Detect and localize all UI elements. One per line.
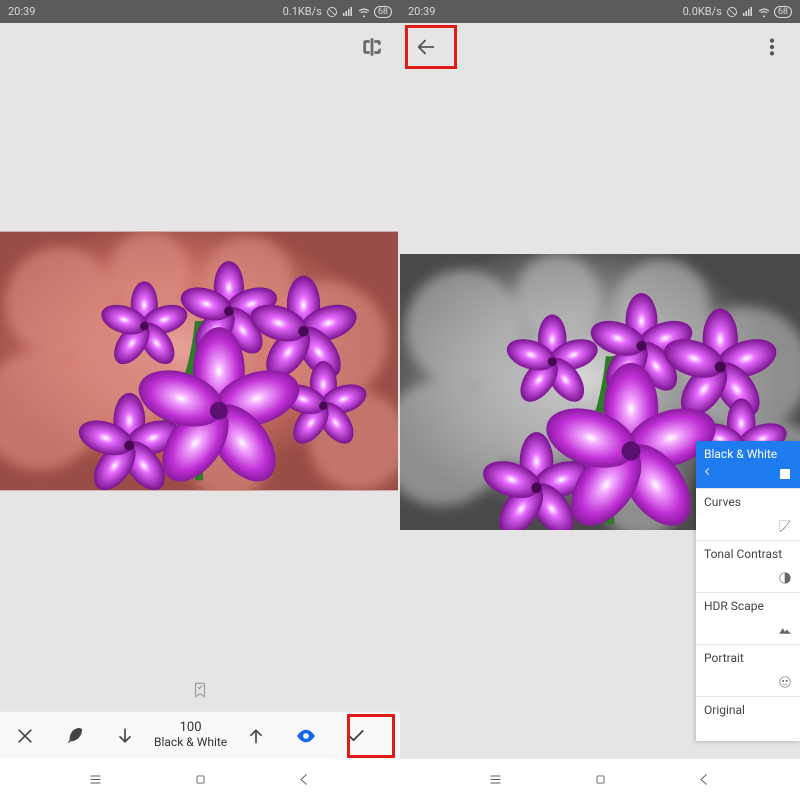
overflow-button[interactable]: [752, 27, 792, 67]
battery-indicator: 68: [374, 6, 392, 18]
adjust-value: 100: [154, 721, 227, 736]
hdr-icon: [778, 623, 792, 640]
preview-button[interactable]: [281, 712, 331, 760]
decrease-button[interactable]: [100, 712, 150, 760]
app-bar: [0, 23, 400, 71]
filter-label: HDR Scape: [704, 599, 792, 613]
apply-button[interactable]: [331, 712, 381, 760]
left-screenshot: 20:39 0.1KB/s 68 100 Black & White: [0, 0, 400, 804]
bw-icon: [778, 467, 792, 484]
filter-label: Portrait: [704, 651, 792, 665]
editor-canvas[interactable]: [0, 71, 400, 759]
status-bar: 20:39 0.1KB/s 68: [0, 0, 400, 23]
dnd-icon: [726, 6, 738, 18]
status-time: 20:39: [408, 5, 435, 18]
filter-label: Black & White: [704, 447, 792, 461]
adjust-label: Black & White: [154, 736, 227, 750]
curves-icon: [778, 519, 792, 536]
edited-photo: [0, 231, 398, 491]
nav-back[interactable]: [296, 771, 313, 792]
editor-canvas[interactable]: Black & White Curves Tonal Contrast HDR …: [400, 71, 800, 759]
signal-icon: [342, 6, 354, 18]
filter-item-hdr-scape[interactable]: HDR Scape: [696, 593, 800, 645]
cancel-button[interactable]: [0, 712, 50, 760]
nav-back[interactable]: [696, 771, 713, 792]
filter-item-black-and-white[interactable]: Black & White: [696, 441, 800, 489]
chevron-left-icon: [702, 466, 713, 480]
nav-home[interactable]: [192, 771, 209, 792]
contrast-icon: [778, 571, 792, 588]
signal-icon: [742, 6, 754, 18]
status-bar: 20:39 0.0KB/s 68: [400, 0, 800, 23]
filter-label: Original: [704, 703, 745, 717]
nav-recents[interactable]: [87, 771, 104, 792]
right-screenshot: 20:39 0.0KB/s 68 Black & White: [400, 0, 800, 804]
filter-label: Tonal Contrast: [704, 547, 792, 561]
status-net: 0.0KB/s: [683, 5, 722, 18]
wifi-icon: [758, 6, 770, 18]
filter-list: Black & White Curves Tonal Contrast HDR …: [696, 441, 800, 741]
wifi-icon: [358, 6, 370, 18]
battery-indicator: 68: [774, 6, 792, 18]
filter-item-portrait[interactable]: Portrait: [696, 645, 800, 697]
adjust-readout[interactable]: 100 Black & White: [150, 721, 231, 750]
android-nav: [0, 759, 400, 804]
bookmark-icon[interactable]: [191, 681, 209, 703]
nav-home[interactable]: [592, 771, 609, 792]
filter-label: Curves: [704, 495, 792, 509]
dnd-icon: [326, 6, 338, 18]
status-time: 20:39: [8, 5, 35, 18]
mask-button[interactable]: [50, 712, 100, 760]
compare-button[interactable]: [352, 27, 392, 67]
nav-recents[interactable]: [487, 771, 504, 792]
android-nav: [400, 759, 800, 804]
portrait-icon: [778, 675, 792, 692]
filter-item-original[interactable]: Original: [696, 697, 800, 741]
back-button[interactable]: [406, 27, 446, 67]
increase-button[interactable]: [231, 712, 281, 760]
editor-toolbar: 100 Black & White: [0, 711, 400, 759]
status-net: 0.1KB/s: [283, 5, 322, 18]
filter-item-tonal-contrast[interactable]: Tonal Contrast: [696, 541, 800, 593]
filter-item-curves[interactable]: Curves: [696, 489, 800, 541]
app-bar: [400, 23, 800, 71]
